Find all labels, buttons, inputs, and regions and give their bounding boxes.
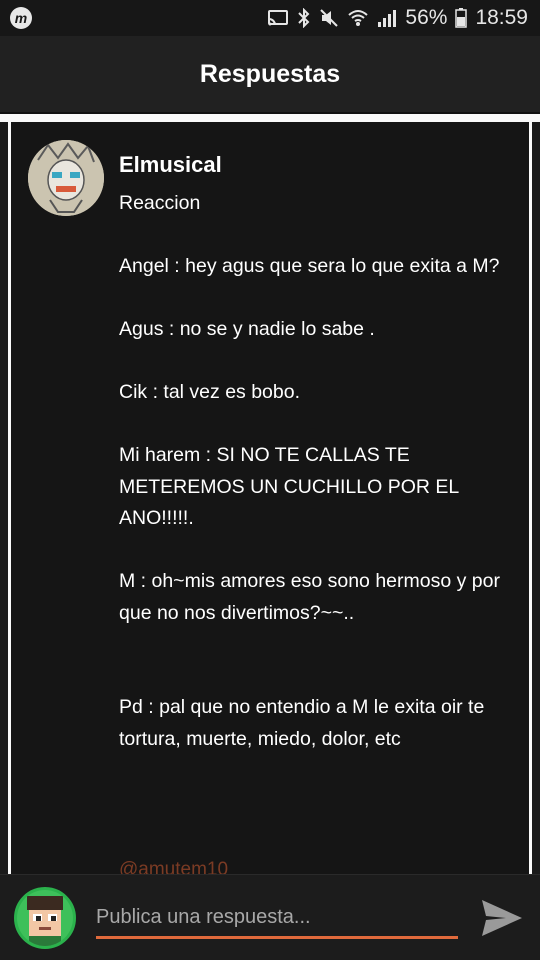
- battery-percent: 56%: [405, 6, 448, 29]
- divider: [0, 114, 540, 122]
- post-card: Elmusical Reaccion Angel : hey agus que …: [8, 122, 532, 874]
- battery-icon: [455, 8, 468, 28]
- wifi-icon: [347, 8, 369, 28]
- send-button[interactable]: [478, 895, 526, 941]
- status-bar: m 56% 18:59: [0, 0, 540, 36]
- my-avatar[interactable]: [14, 887, 76, 949]
- status-icons: 56% 18:59: [267, 6, 528, 30]
- m-badge-icon: m: [10, 7, 32, 29]
- next-reply-mention[interactable]: @amutem10: [119, 859, 228, 874]
- signal-icon: [377, 8, 397, 28]
- header: Respuestas: [0, 36, 540, 114]
- reply-composer: [0, 874, 540, 960]
- author-name[interactable]: Elmusical: [119, 152, 222, 178]
- mute-icon: [319, 8, 339, 28]
- post-text: Reaccion Angel : hey agus que sera lo qu…: [119, 192, 500, 750]
- page-title: Respuestas: [199, 59, 341, 88]
- reply-input[interactable]: [96, 899, 458, 939]
- bluetooth-icon: [297, 8, 311, 28]
- clock: 18:59: [475, 6, 528, 29]
- author-avatar[interactable]: [28, 140, 104, 216]
- send-icon: [482, 900, 522, 936]
- cast-icon: [267, 9, 289, 27]
